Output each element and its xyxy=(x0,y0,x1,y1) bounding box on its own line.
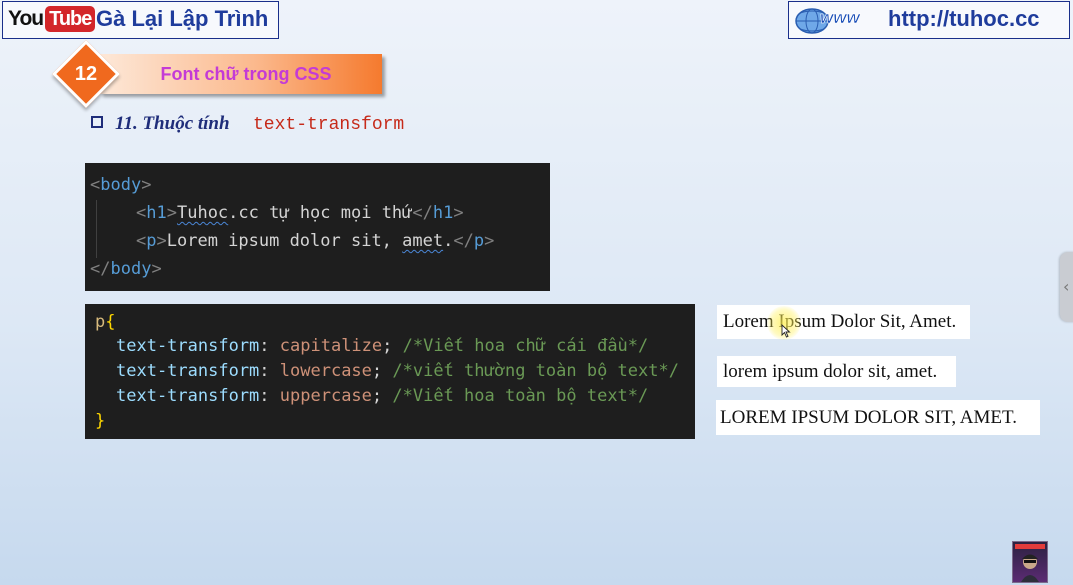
channel-name: Gà Lại Lập Trình xyxy=(96,6,269,31)
css-rule-line: text-transform: uppercase; /*Viết hoa to… xyxy=(116,386,649,406)
youtube-logo-tube: Tube xyxy=(45,6,96,32)
html-code-line: <body> xyxy=(90,175,152,195)
css-rule-line: text-transform: capitalize; /*Viết hoa c… xyxy=(116,336,649,356)
site-url[interactable]: http://tuhoc.cc xyxy=(888,6,1040,32)
css-code-panel: p{ text-transform: capitalize; /*Viết ho… xyxy=(85,304,695,439)
mouse-pointer-icon xyxy=(781,324,791,338)
youtube-logo: You Tube xyxy=(8,6,96,32)
css-close-line: } xyxy=(95,411,106,431)
svg-text:www: www xyxy=(820,8,861,27)
html-code-line: </body> xyxy=(90,259,162,279)
bullet-checkbox-icon xyxy=(91,116,103,128)
subscribe-avatar-icon[interactable] xyxy=(1012,541,1048,583)
html-code-line: <h1>Tuhoc.cc tự học mọi thứ</h1> xyxy=(136,203,464,223)
section-property: text-transform xyxy=(253,115,405,135)
css-rule-line: text-transform: lowercase; /*viết thường… xyxy=(116,361,679,381)
www-globe-icon: www xyxy=(795,8,862,34)
output-lowercase: lorem ipsum dolor sit, amet. xyxy=(717,356,956,387)
html-code-line: <p>Lorem ipsum dolor sit, amet.</p> xyxy=(136,231,495,251)
indent-guide xyxy=(96,200,97,258)
lesson-title: Font chữ trong CSS xyxy=(160,64,332,84)
lesson-number: 12 xyxy=(74,63,98,85)
youtube-logo-you: You xyxy=(8,7,44,30)
output-uppercase: LOREM IPSUM DOLOR SIT, AMET. xyxy=(716,400,1040,435)
section-heading: 11. Thuộc tính xyxy=(115,113,230,134)
css-selector-line: p{ xyxy=(95,312,116,332)
output-capitalize: Lorem Ipsum Dolor Sit, Amet. xyxy=(717,305,970,339)
html-code-panel: <body> <h1>Tuhoc.cc tự học mọi thứ</h1> … xyxy=(85,163,550,291)
chevron-left-icon[interactable]: ‹ xyxy=(1063,277,1069,296)
